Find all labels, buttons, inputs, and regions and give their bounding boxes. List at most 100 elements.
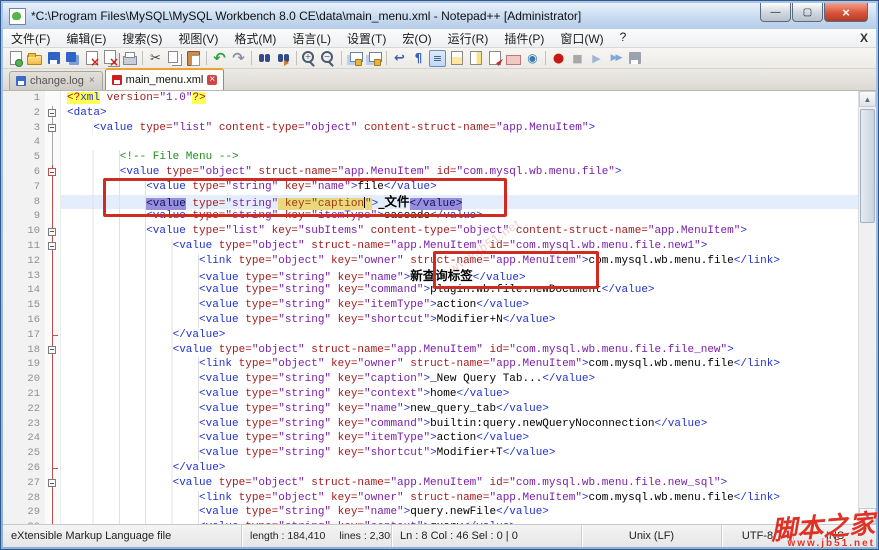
tab-close-icon[interactable]: × — [207, 75, 218, 85]
code-text[interactable]: <value type="string" key="shortcut">Modi… — [61, 446, 858, 461]
paste-icon[interactable] — [185, 50, 202, 67]
record-macro-icon[interactable]: ● — [550, 50, 567, 67]
fold-marker-icon[interactable] — [45, 164, 61, 180]
code-text[interactable]: <value type="string" key="name">新查询标签</v… — [61, 268, 858, 284]
code-text[interactable]: <data> — [61, 106, 858, 121]
fold-marker-icon[interactable] — [45, 105, 61, 121]
function-list-icon[interactable] — [486, 50, 503, 67]
code-text[interactable]: <value type="string" key="context">home<… — [61, 386, 858, 402]
document-map-icon[interactable] — [467, 50, 484, 67]
open-file-icon[interactable] — [26, 50, 43, 67]
vertical-scrollbar[interactable]: ▲ ▼ — [858, 91, 876, 524]
sync-vertical-scrolling-icon[interactable] — [346, 50, 363, 67]
run-macro-multiple-times-icon[interactable]: ▶▶ — [607, 50, 624, 67]
menu-item[interactable]: 视图(V) — [170, 30, 226, 47]
fold-marker-icon[interactable] — [45, 120, 61, 136]
title-bar[interactable]: *C:\Program Files\MySQL\MySQL Workbench … — [3, 3, 876, 29]
code-text[interactable]: <link type="object" key="owner" struct-n… — [61, 490, 858, 506]
code-text[interactable]: <link type="object" key="owner" struct-n… — [61, 357, 858, 373]
fold-marker-icon[interactable] — [45, 475, 61, 491]
code-text[interactable]: <value type="string" key="context">query… — [61, 520, 858, 524]
redo-icon[interactable]: ↷ — [230, 49, 247, 67]
syntax-segment: > — [581, 491, 589, 504]
code-text[interactable]: <value type="list" content-type="object"… — [61, 120, 858, 136]
code-text[interactable]: <value type="string" key="name">file</va… — [61, 179, 858, 195]
scroll-down-icon[interactable]: ▼ — [859, 508, 876, 524]
code-text[interactable]: <value type="object" struct-name="app.Me… — [61, 238, 858, 254]
code-text[interactable]: <value type="string" key="caption">_New … — [61, 372, 858, 387]
code-text[interactable]: <value type="string" key="command">plugi… — [61, 283, 858, 299]
close-all-icon[interactable] — [102, 50, 119, 69]
menu-item[interactable]: 窗口(W) — [552, 30, 611, 47]
syntax-segment: > — [700, 239, 708, 252]
code-text[interactable]: <?xml version="1.0"?> — [61, 91, 858, 106]
code-text[interactable]: <value type="object" struct-name="app.Me… — [61, 475, 858, 491]
zoom-in-icon[interactable] — [301, 50, 318, 67]
scroll-up-icon[interactable]: ▲ — [859, 91, 876, 107]
save-all-icon[interactable] — [64, 50, 81, 67]
scrollbar-thumb[interactable] — [860, 109, 875, 223]
code-text[interactable]: <value type="object" struct-name="app.Me… — [61, 164, 858, 180]
tab-close-icon[interactable]: × — [88, 76, 96, 86]
code-text[interactable]: <!-- File Menu --> — [61, 150, 858, 165]
document-peek-icon[interactable]: ◉ — [524, 50, 541, 67]
code-text[interactable]: <value type="string" key="shortcut">Modi… — [61, 312, 858, 328]
menu-item[interactable]: 宏(O) — [394, 30, 439, 47]
find-icon[interactable] — [256, 50, 273, 67]
menu-item[interactable]: 文件(F) — [3, 30, 58, 47]
code-area[interactable]: 1 <?xml version="1.0"?> 2 <data> 3 <value typ… — [3, 91, 858, 524]
folder-as-workspace-icon[interactable] — [505, 50, 522, 67]
save-recorded-macro-icon[interactable] — [626, 50, 643, 67]
menu-item[interactable]: 编辑(E) — [58, 30, 114, 47]
print-icon[interactable] — [121, 50, 138, 67]
code-text[interactable]: <value type="string" key="name">query.ne… — [61, 505, 858, 521]
show-all-characters-icon[interactable]: ¶ — [410, 50, 427, 67]
fold-marker-icon[interactable] — [45, 224, 61, 239]
stop-recording-icon[interactable]: ■ — [569, 50, 586, 67]
code-text[interactable]: <value type="string" key="itemType">acti… — [61, 298, 858, 313]
tab-main-menu-xml[interactable]: main_menu.xml × — [104, 68, 225, 90]
sync-horizontal-scrolling-icon[interactable] — [365, 50, 382, 67]
tab-change-log[interactable]: change.log × — [9, 71, 103, 90]
code-text[interactable]: <value type="string" key="name">new_quer… — [61, 401, 858, 417]
code-text[interactable]: <value type="string" key="itemType">acti… — [61, 431, 858, 447]
menu-item[interactable]: 语言(L) — [284, 30, 339, 47]
syntax-segment: "com.mysql.wb.menu.file.file_new" — [509, 343, 728, 356]
menu-item[interactable]: 设置(T) — [339, 30, 394, 47]
status-doc-type: eXtensible Markup Language file — [11, 530, 172, 542]
fold-marker-icon[interactable] — [45, 342, 61, 358]
minimize-button[interactable]: — — [760, 3, 791, 22]
code-text[interactable] — [61, 135, 858, 150]
menu-item[interactable]: 搜索(S) — [114, 30, 170, 47]
define-your-language-icon[interactable] — [448, 50, 465, 67]
cut-icon[interactable]: ✂ — [147, 50, 164, 67]
code-text[interactable]: </value> — [61, 460, 858, 476]
close-button[interactable]: × — [824, 3, 868, 22]
code-text[interactable]: <value type="list" key="subItems" conten… — [61, 224, 858, 239]
editor-area[interactable]: 1 <?xml version="1.0"?> 2 <data> 3 <value typ… — [3, 91, 876, 524]
menu-item[interactable]: 格式(M) — [226, 30, 284, 47]
code-line: 28 <link type="object" key="owner" struct… — [3, 490, 858, 506]
menu-item[interactable]: 运行(R) — [440, 30, 497, 47]
code-text[interactable]: <value type="string" key="itemType">casc… — [61, 209, 858, 225]
code-text[interactable]: <value type="string" key="command">built… — [61, 416, 858, 432]
play-macro-icon[interactable]: ▶ — [588, 50, 605, 67]
menu-item[interactable]: 插件(P) — [496, 30, 552, 47]
menu-item[interactable]: ? — [612, 30, 635, 47]
word-wrap-icon[interactable]: ↩ — [391, 50, 408, 67]
copy-icon[interactable] — [166, 50, 183, 67]
replace-icon[interactable] — [275, 50, 292, 67]
new-file-icon[interactable] — [7, 50, 24, 67]
fold-marker-icon[interactable] — [45, 238, 61, 254]
code-text[interactable]: </value> — [61, 327, 858, 343]
document-close-x-button[interactable]: X — [860, 31, 868, 45]
close-file-icon[interactable] — [83, 50, 100, 69]
undo-icon[interactable]: ↶ — [211, 49, 228, 67]
code-text[interactable]: <value type="object" struct-name="app.Me… — [61, 342, 858, 358]
save-icon[interactable] — [45, 50, 62, 67]
code-text[interactable]: <link type="object" key="owner" struct-n… — [61, 253, 858, 269]
zoom-out-icon[interactable] — [320, 50, 337, 67]
show-indent-guide-icon[interactable]: ≡ — [429, 49, 446, 67]
code-text[interactable]: <value type="string" key="caption">_文件</… — [61, 194, 858, 210]
maximize-button[interactable]: ▢ — [792, 3, 823, 22]
